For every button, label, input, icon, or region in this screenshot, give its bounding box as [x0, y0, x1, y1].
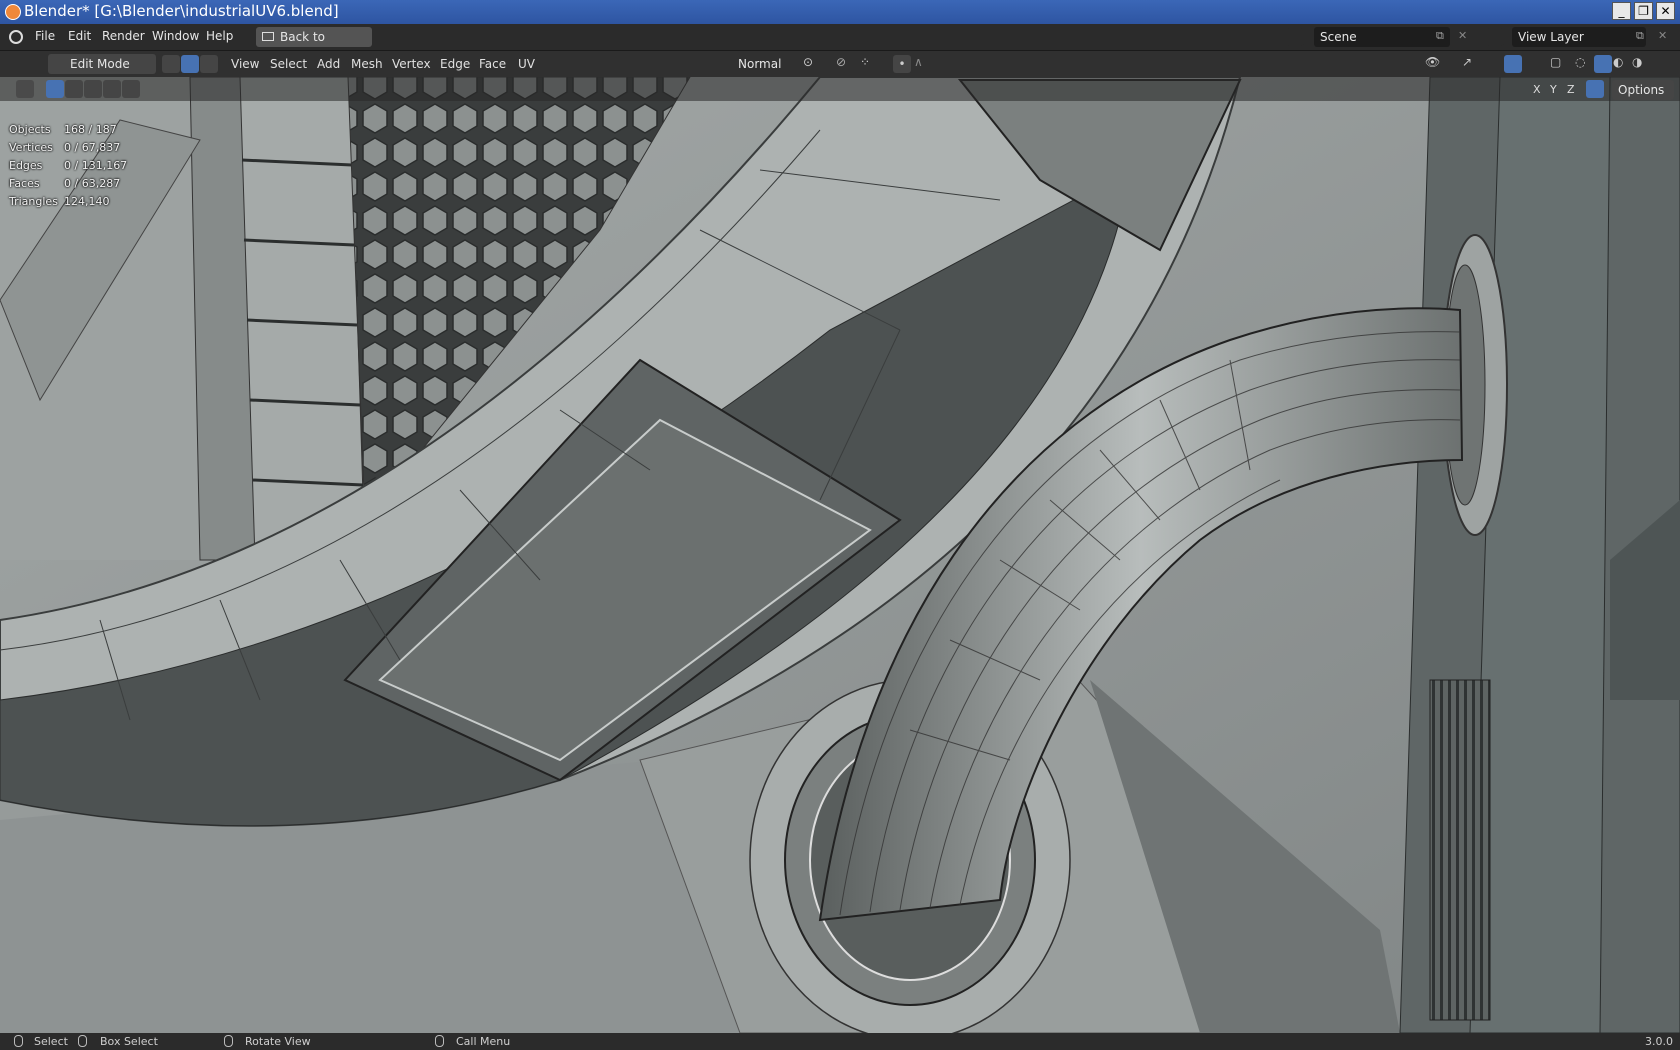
select-intersect-icon[interactable]: [122, 80, 140, 98]
status-rotate-view: Rotate View: [245, 1035, 311, 1048]
select-tool-icon[interactable]: [16, 80, 34, 98]
vertex-select-mode-icon[interactable]: [162, 55, 180, 73]
menu-select[interactable]: Select: [270, 55, 307, 73]
select-subtract-icon[interactable]: [84, 80, 102, 98]
menu-face[interactable]: Face: [479, 55, 506, 73]
select-extend-icon[interactable]: [65, 80, 83, 98]
scene-name-field[interactable]: Scene: [1314, 27, 1450, 47]
menu-vertex[interactable]: Vertex: [392, 55, 431, 73]
snap-target-icon[interactable]: ⁘: [860, 55, 878, 73]
select-new-icon[interactable]: [46, 80, 64, 98]
viewport-header: Edit Mode View Select Add Mesh Vertex Ed…: [0, 51, 1680, 77]
edge-select-mode-icon[interactable]: [181, 55, 199, 73]
blender-logo-icon: [5, 4, 21, 20]
rendered-shading-icon[interactable]: ◑: [1632, 55, 1650, 73]
options-label: Options: [1618, 83, 1665, 97]
menu-file[interactable]: File: [35, 29, 55, 43]
mode-label: Edit Mode: [70, 57, 130, 71]
window-title: Blender* [G:\Blender\industrialUV6.blend…: [24, 2, 339, 20]
material-shading-icon[interactable]: ◐: [1613, 55, 1631, 73]
view-layer-remove-icon[interactable]: ✕: [1658, 29, 1676, 47]
xray-icon[interactable]: ▢: [1550, 55, 1568, 73]
view-layer-copy-icon[interactable]: ⧉: [1636, 29, 1654, 47]
menu-mesh[interactable]: Mesh: [351, 55, 383, 73]
overlay-icon[interactable]: [1504, 55, 1522, 73]
options-dropdown[interactable]: Options: [1612, 80, 1674, 100]
select-difference-icon[interactable]: [103, 80, 121, 98]
3d-viewport[interactable]: [0, 77, 1680, 1033]
scene-copy-icon[interactable]: ⧉: [1436, 29, 1454, 47]
status-box-select: Box Select: [100, 1035, 158, 1048]
version-label: 3.0.0: [1645, 1035, 1673, 1048]
auto-merge-icon[interactable]: [1586, 80, 1604, 98]
view-layer-field[interactable]: View Layer: [1512, 27, 1646, 47]
back-to-previous-button[interactable]: Back to Previous: [256, 27, 372, 64]
orientation-dropdown[interactable]: Normal: [716, 54, 792, 74]
left-mouse-icon: [14, 1035, 23, 1047]
mirror-y-toggle[interactable]: Y: [1550, 83, 1557, 96]
face-select-mode-icon[interactable]: [200, 55, 218, 73]
visibility-icon[interactable]: 👁: [1425, 55, 1443, 73]
right-mouse-icon: [435, 1035, 444, 1047]
menu-view[interactable]: View: [231, 55, 259, 73]
menu-help[interactable]: Help: [206, 29, 233, 43]
tool-header: X Y Z: [0, 77, 1680, 101]
maximize-button[interactable]: ❐: [1634, 2, 1653, 20]
snap-icon[interactable]: ⊘: [836, 55, 854, 73]
minimize-button[interactable]: _: [1612, 2, 1631, 20]
mirror-z-toggle[interactable]: Z: [1567, 83, 1575, 96]
status-bar: Select Box Select Rotate View Call Menu …: [0, 1033, 1680, 1050]
gizmo-icon[interactable]: ↗: [1462, 55, 1480, 73]
screen-icon: [262, 32, 274, 41]
drag-mouse-icon: [78, 1035, 87, 1047]
status-select: Select: [34, 1035, 68, 1048]
mode-dropdown[interactable]: Edit Mode: [48, 54, 156, 74]
title-bar: Blender* [G:\Blender\industrialUV6.blend…: [0, 0, 1680, 24]
solid-shading-icon[interactable]: [1594, 55, 1612, 73]
scene-browse-icon[interactable]: [1286, 28, 1304, 46]
editor-type-icon[interactable]: [10, 55, 28, 73]
top-menu-bar: File Edit Render Window Help Back to Pre…: [0, 24, 1680, 64]
menu-edge[interactable]: Edge: [440, 55, 470, 73]
mirror-x-toggle[interactable]: X: [1533, 83, 1541, 96]
falloff-icon[interactable]: ∧: [914, 55, 932, 73]
close-button[interactable]: ✕: [1656, 2, 1675, 20]
middle-mouse-icon: [224, 1035, 233, 1047]
wireframe-shading-icon[interactable]: ◌: [1575, 55, 1593, 73]
blender-menu-icon[interactable]: [9, 30, 23, 44]
orientation-label: Normal: [738, 57, 782, 71]
mirror-icon[interactable]: [1510, 80, 1528, 98]
view-layer-browse-icon[interactable]: [1486, 28, 1504, 46]
scene-remove-icon[interactable]: ✕: [1458, 29, 1476, 47]
menu-edit[interactable]: Edit: [68, 29, 91, 43]
status-call-menu: Call Menu: [456, 1035, 511, 1048]
menu-window[interactable]: Window: [152, 29, 199, 43]
proportional-editing-icon[interactable]: •: [893, 55, 911, 73]
pivot-point-icon[interactable]: ⊙: [803, 55, 821, 73]
menu-uv[interactable]: UV: [518, 55, 535, 73]
menu-render[interactable]: Render: [102, 29, 145, 43]
menu-add[interactable]: Add: [317, 55, 340, 73]
mesh-render: [0, 77, 1680, 1033]
